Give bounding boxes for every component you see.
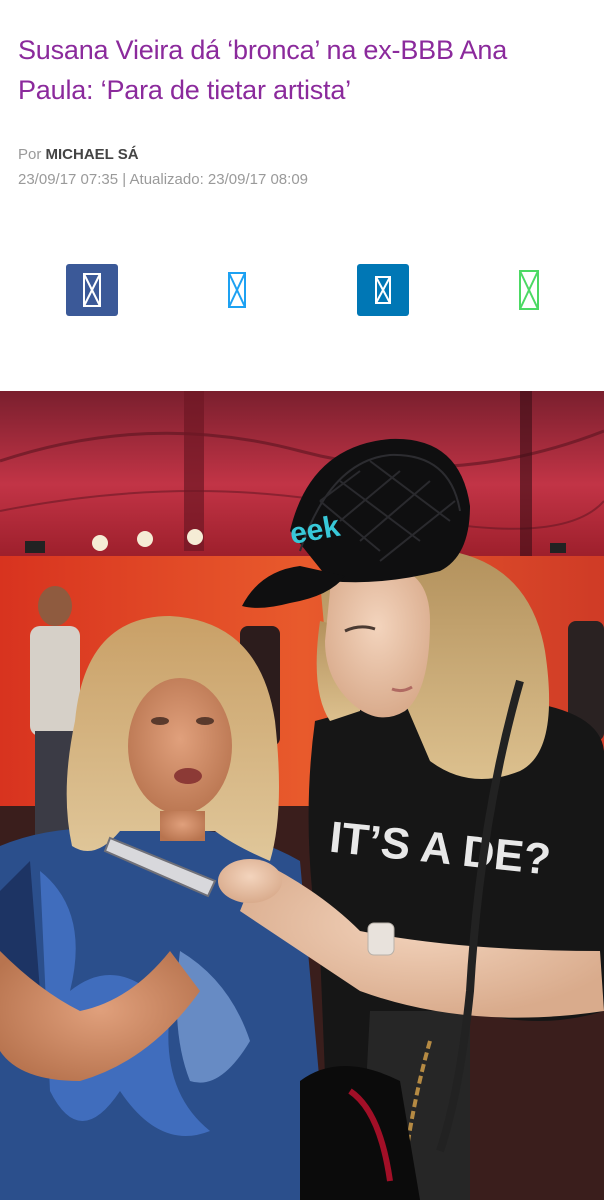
date-separator: |	[122, 171, 127, 188]
article-dates: 23/09/17 07:35 | Atualizado: 23/09/17 08…	[18, 171, 584, 188]
missing-glyph-icon	[519, 270, 539, 310]
missing-glyph-icon	[375, 276, 391, 304]
article-header: Susana Vieira dá ‘bronca’ na ex-BBB Ana …	[0, 0, 604, 188]
updated-date: 23/09/17 08:09	[207, 171, 308, 188]
published-date: 23/09/17 07:35	[18, 171, 119, 188]
twitter-share-button[interactable]	[211, 264, 263, 316]
whatsapp-share-button[interactable]	[503, 264, 555, 316]
article-photo[interactable]: IT’S A DE? eek	[0, 391, 604, 1200]
updated-label: Atualizado:	[129, 171, 204, 188]
author-link[interactable]: MICHAEL SÁ	[46, 146, 139, 163]
missing-glyph-icon	[228, 272, 246, 308]
byline-prefix: Por	[18, 146, 42, 163]
byline: Por MICHAEL SÁ	[18, 146, 584, 163]
facebook-share-button[interactable]	[66, 264, 118, 316]
article-title: Susana Vieira dá ‘bronca’ na ex-BBB Ana …	[18, 35, 508, 105]
share-bar	[0, 264, 604, 316]
linkedin-share-button[interactable]	[357, 264, 409, 316]
missing-glyph-icon	[83, 273, 101, 307]
photo-illustration: IT’S A DE? eek	[0, 391, 604, 1200]
